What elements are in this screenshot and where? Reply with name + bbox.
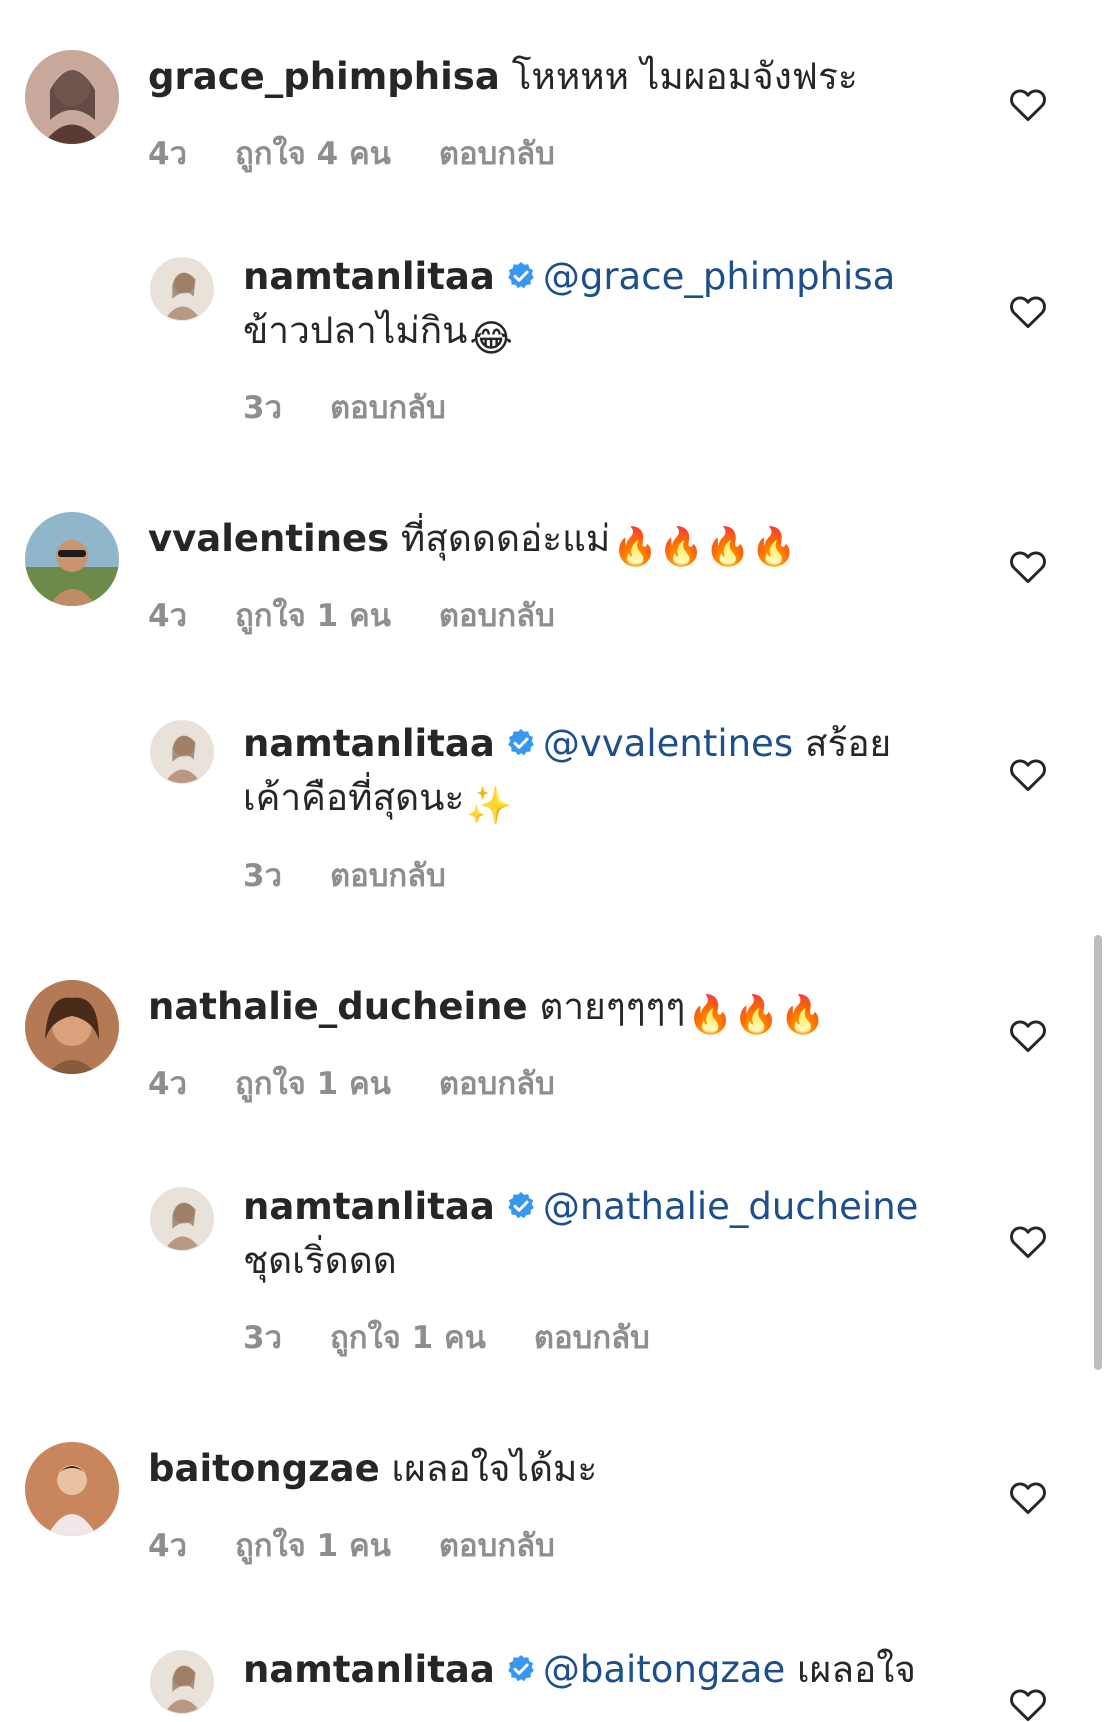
comment-text: namtanlitaa @nathalie_ducheine ชุดเริ่ดดด — [243, 1180, 918, 1288]
mention-link[interactable]: @grace_phimphisa — [543, 255, 895, 298]
avatar[interactable] — [150, 720, 214, 784]
heart-icon[interactable] — [1008, 548, 1048, 584]
scrollbar[interactable] — [1094, 935, 1102, 1370]
likes-count[interactable]: ถูกใจ 1 คน — [235, 1066, 391, 1102]
reply-button[interactable]: ตอบกลับ — [330, 858, 446, 894]
comment-text: vvalentines ที่สุดดดอ่ะแม่🔥🔥🔥🔥 — [148, 512, 797, 574]
username[interactable]: namtanlitaa — [243, 255, 495, 298]
likes-count[interactable]: ถูกใจ 1 คน — [235, 1528, 391, 1564]
heart-icon[interactable] — [1008, 756, 1048, 792]
comment-body: โหหหห ไมผอมจังฟระ — [511, 55, 858, 98]
comment-text: namtanlitaa @vvalentines สร้อย เค้าคือที่… — [243, 717, 891, 833]
likes-count[interactable]: ถูกใจ 1 คน — [330, 1320, 486, 1356]
comment-body: เผลอใจได้มะ — [391, 1447, 598, 1490]
avatar[interactable] — [150, 257, 214, 321]
heart-icon[interactable] — [1008, 1686, 1048, 1722]
timestamp: 4ว — [148, 1066, 187, 1102]
heart-icon[interactable] — [1008, 1223, 1048, 1259]
sparkles-emoji-icon: ✨ — [466, 784, 513, 827]
avatar[interactable] — [25, 512, 119, 606]
username[interactable]: namtanlitaa — [243, 1185, 495, 1228]
reply-button[interactable]: ตอบกลับ — [439, 136, 555, 172]
timestamp: 4ว — [148, 136, 187, 172]
mention-link[interactable]: @baitongzae — [543, 1648, 785, 1691]
reply-button[interactable]: ตอบกลับ — [330, 390, 446, 426]
comment-meta: 4ว ถูกใจ 1 คน ตอบกลับ — [148, 1058, 603, 1108]
comment-body-inline: สร้อย — [804, 722, 892, 765]
comment-text: namtanlitaa @grace_phimphisa ข้าวปลาไม่กิ… — [243, 250, 895, 366]
timestamp: 4ว — [148, 598, 187, 634]
timestamp: 3ว — [243, 390, 282, 426]
heart-icon[interactable] — [1008, 1017, 1048, 1053]
verified-badge-icon — [508, 262, 534, 289]
timestamp: 4ว — [148, 1528, 187, 1564]
avatar[interactable] — [150, 1650, 214, 1714]
comment-meta: 3ว ถูกใจ 1 คน ตอบกลับ — [243, 1312, 698, 1362]
verified-badge-icon — [508, 1655, 534, 1682]
comment-meta: 4ว ถูกใจ 1 คน ตอบกลับ — [148, 590, 603, 640]
likes-count[interactable]: ถูกใจ 1 คน — [235, 598, 391, 634]
mention-link[interactable]: @nathalie_ducheine — [543, 1185, 919, 1228]
username[interactable]: baitongzae — [148, 1447, 380, 1490]
comment-meta: 4ว ถูกใจ 4 คน ตอบกลับ — [148, 128, 603, 178]
heart-icon[interactable] — [1008, 86, 1048, 122]
timestamp: 3ว — [243, 1320, 282, 1356]
comment-meta: 3ว ตอบกลับ — [243, 382, 494, 432]
avatar[interactable] — [25, 980, 119, 1074]
reply-button[interactable]: ตอบกลับ — [534, 1320, 650, 1356]
comment-body: เค้าคือที่สุดนะ — [243, 776, 465, 819]
avatar[interactable] — [150, 1187, 214, 1251]
reply-button[interactable]: ตอบกลับ — [439, 1066, 555, 1102]
username[interactable]: namtanlitaa — [243, 1648, 495, 1691]
fire-emoji-icon: 🔥🔥🔥🔥 — [612, 525, 797, 568]
comment-body: ชุดเริ่ดดด — [243, 1239, 397, 1282]
username[interactable]: vvalentines — [148, 517, 389, 560]
username[interactable]: grace_phimphisa — [148, 55, 500, 98]
verified-badge-icon — [508, 1192, 534, 1219]
likes-count[interactable]: ถูกใจ 4 คน — [235, 136, 391, 172]
mention-link[interactable]: @vvalentines — [543, 722, 793, 765]
reply-button[interactable]: ตอบกลับ — [439, 598, 555, 634]
timestamp: 3ว — [243, 858, 282, 894]
comment-text: baitongzae เผลอใจได้มะ — [148, 1442, 597, 1496]
comment-meta: 3ว ตอบกลับ — [243, 850, 494, 900]
comment-text: namtanlitaa @baitongzae เผลอใจ — [243, 1643, 916, 1697]
avatar[interactable] — [25, 50, 119, 144]
heart-icon[interactable] — [1008, 1479, 1048, 1515]
laughing-emoji-icon: 😂 — [469, 317, 513, 360]
comment-body-inline: เผลอใจ — [797, 1648, 916, 1691]
reply-button[interactable]: ตอบกลับ — [439, 1528, 555, 1564]
avatar[interactable] — [25, 1442, 119, 1536]
comment-meta: 4ว ถูกใจ 1 คน ตอบกลับ — [148, 1520, 603, 1570]
comment-text: nathalie_ducheine ตายๆๆๆๆ🔥🔥🔥 — [148, 980, 826, 1042]
fire-emoji-icon: 🔥🔥🔥 — [687, 993, 826, 1036]
username[interactable]: namtanlitaa — [243, 722, 495, 765]
comment-text: grace_phimphisa โหหหห ไมผอมจังฟระ — [148, 50, 858, 104]
username[interactable]: nathalie_ducheine — [148, 985, 528, 1028]
heart-icon[interactable] — [1008, 293, 1048, 329]
comment-body: ตายๆๆๆๆ — [539, 985, 686, 1028]
comment-body: ข้าวปลาไม่กิน — [243, 309, 468, 352]
verified-badge-icon — [508, 729, 534, 756]
comment-body: ที่สุดดดอ่ะแม่ — [400, 517, 611, 560]
